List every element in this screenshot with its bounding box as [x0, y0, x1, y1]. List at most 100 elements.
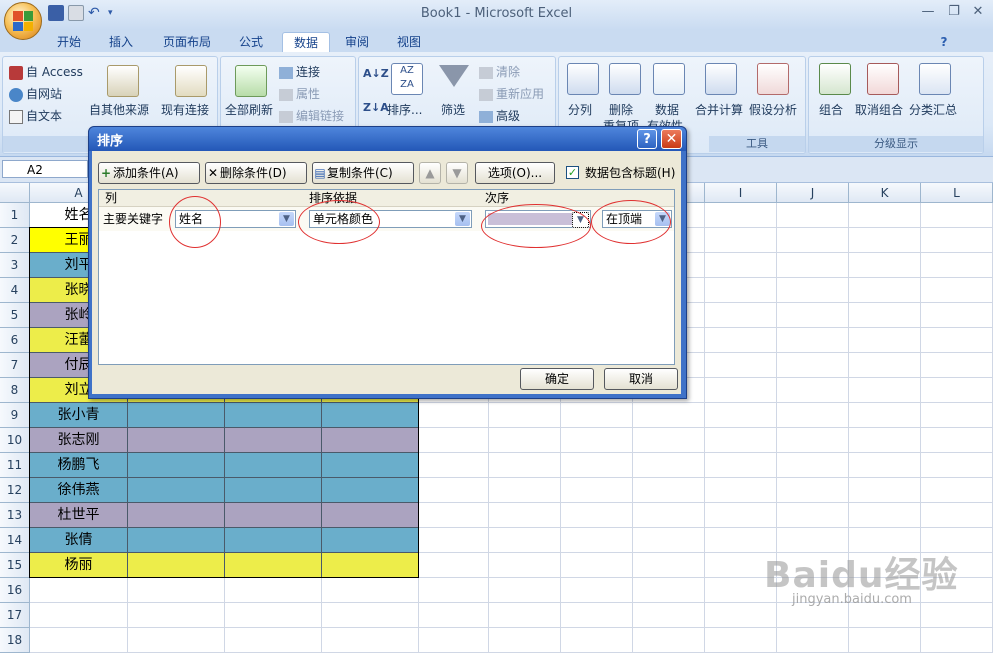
- cell-C18[interactable]: [225, 628, 322, 653]
- cell-L12[interactable]: [921, 478, 993, 503]
- consolidate-button[interactable]: 合并计算: [695, 101, 743, 118]
- group-button[interactable]: 组合: [819, 101, 843, 118]
- cell-B16[interactable]: [128, 578, 225, 603]
- row-header-6[interactable]: 6: [0, 328, 30, 353]
- cell-L2[interactable]: [921, 228, 993, 253]
- cell-G10[interactable]: [561, 428, 633, 453]
- cell-I18[interactable]: [705, 628, 777, 653]
- cell-E14[interactable]: [419, 528, 489, 553]
- cell-I10[interactable]: [705, 428, 777, 453]
- ok-button[interactable]: 确定: [520, 368, 594, 390]
- office-button[interactable]: [4, 2, 42, 40]
- cell-J3[interactable]: [777, 253, 849, 278]
- cell-L5[interactable]: [921, 303, 993, 328]
- subtotal-button[interactable]: 分类汇总: [909, 101, 957, 118]
- minimize-button[interactable]: —: [916, 4, 940, 22]
- column-header-J[interactable]: J: [777, 183, 849, 203]
- cell-I3[interactable]: [705, 253, 777, 278]
- cell-L9[interactable]: [921, 403, 993, 428]
- cell-L11[interactable]: [921, 453, 993, 478]
- other-sources-button[interactable]: 自其他来源: [89, 101, 149, 118]
- cell-E16[interactable]: [419, 578, 489, 603]
- cell-J7[interactable]: [777, 353, 849, 378]
- cell-D16[interactable]: [322, 578, 419, 603]
- cell-I6[interactable]: [705, 328, 777, 353]
- from-text-button[interactable]: 自文本: [9, 107, 62, 124]
- edit-links-button[interactable]: 编辑链接: [279, 107, 344, 124]
- order-color-select[interactable]: ▼: [485, 210, 591, 228]
- cell-K18[interactable]: [849, 628, 921, 653]
- cell-E11[interactable]: [419, 453, 489, 478]
- from-web-button[interactable]: 自网站: [9, 85, 62, 102]
- cell-L6[interactable]: [921, 328, 993, 353]
- cell-E18[interactable]: [419, 628, 489, 653]
- cell-I9[interactable]: [705, 403, 777, 428]
- column-header-I[interactable]: I: [705, 183, 777, 203]
- cell-I8[interactable]: [705, 378, 777, 403]
- cell-K1[interactable]: [849, 203, 921, 228]
- help-icon[interactable]: ?: [935, 32, 953, 52]
- close-window-button[interactable]: ✕: [966, 4, 990, 22]
- tab-formulas[interactable]: 公式: [228, 32, 274, 52]
- cell-J10[interactable]: [777, 428, 849, 453]
- row-header-5[interactable]: 5: [0, 303, 30, 328]
- cell-K3[interactable]: [849, 253, 921, 278]
- name-box[interactable]: A2: [2, 160, 88, 178]
- tab-page-layout[interactable]: 页面布局: [152, 32, 222, 52]
- reapply-button[interactable]: 重新应用: [479, 85, 544, 102]
- cell-F15[interactable]: [489, 553, 561, 578]
- row-header-15[interactable]: 15: [0, 553, 30, 578]
- cell-K12[interactable]: [849, 478, 921, 503]
- row-header-13[interactable]: 13: [0, 503, 30, 528]
- cell-G11[interactable]: [561, 453, 633, 478]
- tab-data[interactable]: 数据: [282, 32, 330, 53]
- cell-D18[interactable]: [322, 628, 419, 653]
- tab-view[interactable]: 视图: [386, 32, 432, 52]
- cell-H17[interactable]: [633, 603, 705, 628]
- row-header-8[interactable]: 8: [0, 378, 30, 403]
- cell-H11[interactable]: [633, 453, 705, 478]
- cell-H18[interactable]: [633, 628, 705, 653]
- remove-duplicates-button[interactable]: 删除: [609, 101, 633, 118]
- cell-G13[interactable]: [561, 503, 633, 528]
- cell-G15[interactable]: [561, 553, 633, 578]
- move-up-button[interactable]: ▲: [419, 162, 441, 184]
- select-all-corner[interactable]: [0, 183, 30, 203]
- column-header-L[interactable]: L: [921, 183, 993, 203]
- cell-H13[interactable]: [633, 503, 705, 528]
- cell-I4[interactable]: [705, 278, 777, 303]
- options-button[interactable]: 选项(O)...: [475, 162, 555, 184]
- cell-I5[interactable]: [705, 303, 777, 328]
- cell-E17[interactable]: [419, 603, 489, 628]
- cell-E9[interactable]: [419, 403, 489, 428]
- restore-button[interactable]: ❐: [942, 4, 966, 22]
- cell-F18[interactable]: [489, 628, 561, 653]
- cell-J11[interactable]: [777, 453, 849, 478]
- dialog-help-button[interactable]: ?: [637, 129, 657, 149]
- cell-F9[interactable]: [489, 403, 561, 428]
- tab-insert[interactable]: 插入: [98, 32, 144, 52]
- cell-J8[interactable]: [777, 378, 849, 403]
- cell-J12[interactable]: [777, 478, 849, 503]
- from-access-button[interactable]: 自 Access: [9, 63, 83, 80]
- cancel-button[interactable]: 取消: [604, 368, 678, 390]
- cell-K13[interactable]: [849, 503, 921, 528]
- column-select[interactable]: 姓名 ▼: [175, 210, 296, 228]
- cell-A17[interactable]: [30, 603, 128, 628]
- cell-G14[interactable]: [561, 528, 633, 553]
- cell-A16[interactable]: [30, 578, 128, 603]
- cell-J5[interactable]: [777, 303, 849, 328]
- row-header-9[interactable]: 9: [0, 403, 30, 428]
- cell-L3[interactable]: [921, 253, 993, 278]
- cell-J1[interactable]: [777, 203, 849, 228]
- row-header-7[interactable]: 7: [0, 353, 30, 378]
- cell-E15[interactable]: [419, 553, 489, 578]
- text-to-columns-button[interactable]: 分列: [568, 101, 592, 118]
- advanced-button[interactable]: 高级: [479, 107, 520, 124]
- copy-level-button[interactable]: ▤复制条件(C): [312, 162, 414, 184]
- cell-E12[interactable]: [419, 478, 489, 503]
- row-header-17[interactable]: 17: [0, 603, 30, 628]
- data-validation-button[interactable]: 数据: [655, 101, 679, 118]
- cell-I11[interactable]: [705, 453, 777, 478]
- cell-K8[interactable]: [849, 378, 921, 403]
